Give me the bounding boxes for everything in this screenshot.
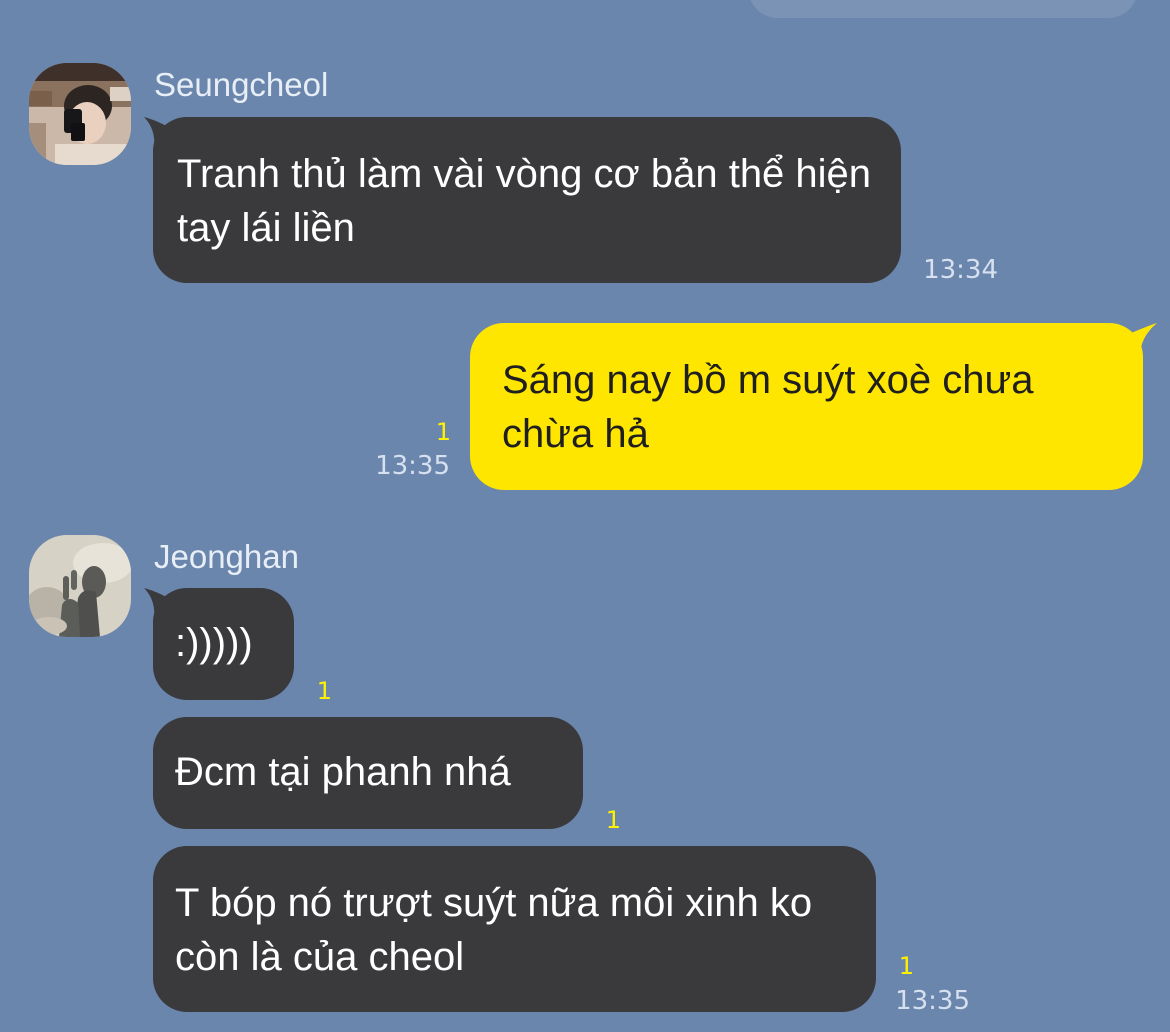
message-timestamp: 13:35 (895, 986, 970, 1016)
sender-name: Jeonghan (154, 538, 299, 575)
message-timestamp: 13:34 (923, 255, 998, 285)
message-text: Sáng nay bồ m suýt xoè chưa chừa hả (502, 358, 1034, 456)
incoming-message-bubble[interactable]: T bóp nó trượt suýt nữa môi xinh ko còn … (153, 846, 876, 1012)
message-timestamp: 13:35 (375, 451, 450, 481)
incoming-message-bubble[interactable]: Tranh thủ làm vài vòng cơ bản thể hiện t… (153, 117, 901, 283)
profile-photo-avatar-icon (29, 63, 131, 165)
unread-count: 1 (316, 677, 332, 705)
sender-name: Seungcheol (154, 66, 329, 103)
message-text: Tranh thủ làm vài vòng cơ bản thể hiện t… (177, 152, 872, 250)
previous-message-bubble (748, 0, 1138, 18)
incoming-message-bubble[interactable]: :))))) (153, 588, 294, 700)
unread-count: 1 (435, 418, 451, 446)
message-text: T bóp nó trượt suýt nữa môi xinh ko còn … (175, 881, 813, 979)
chat-window[interactable]: Seungcheol Tranh thủ làm vài vòng cơ bản… (0, 0, 1170, 1032)
bubble-tail (1117, 323, 1157, 357)
avatar[interactable] (29, 63, 131, 165)
avatar[interactable] (29, 535, 131, 637)
message-text: Đcm tại phanh nhá (175, 750, 511, 794)
unread-count: 1 (605, 806, 621, 834)
message-text: :))))) (175, 621, 253, 665)
outgoing-message-bubble[interactable]: Sáng nay bồ m suýt xoè chưa chừa hả (470, 323, 1143, 490)
incoming-message-bubble[interactable]: Đcm tại phanh nhá (153, 717, 583, 829)
unread-count: 1 (898, 952, 914, 980)
profile-photo-avatar-icon (29, 535, 131, 637)
